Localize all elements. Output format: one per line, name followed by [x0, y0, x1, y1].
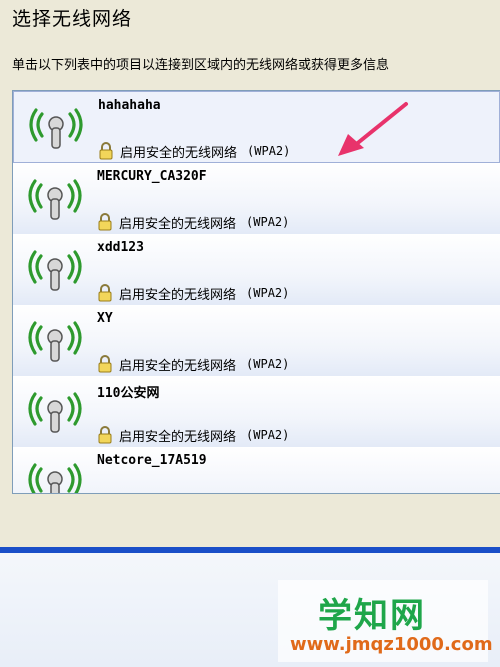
wireless-signal-icon [28, 179, 82, 220]
network-security: 启用安全的无线网络 (WPA2) [97, 426, 290, 445]
wireless-network-list[interactable]: hahahaha 启用安全的无线网络 (WPA2) MERCURY_CA320F [12, 90, 500, 494]
annotation-arrow [338, 102, 408, 156]
network-ssid: hahahaha [98, 98, 161, 113]
security-type: (WPA2) [246, 428, 290, 442]
network-security: 启用安全的无线网络 (WPA2) [98, 142, 291, 161]
lock-icon [98, 284, 112, 302]
security-label: 启用安全的无线网络 [119, 358, 237, 374]
lock-icon [98, 426, 112, 444]
wireless-signal-icon [28, 392, 82, 433]
watermark-url: www.jmqz1000.com [290, 634, 493, 655]
lock-icon [99, 142, 113, 160]
network-ssid: MERCURY_CA320F [97, 169, 207, 184]
security-type: (WPA2) [246, 357, 290, 371]
security-type: (WPA2) [246, 286, 290, 300]
network-ssid: Netcore_17A519 [97, 453, 207, 468]
network-item-xdd123[interactable]: xdd123 启用安全的无线网络 (WPA2) [13, 234, 500, 305]
security-type: (WPA2) [247, 144, 291, 158]
security-label: 启用安全的无线网络 [119, 429, 237, 445]
wireless-signal-icon [28, 321, 82, 362]
dialog-header: 选择无线网络 单击以下列表中的项目以连接到区域内的无线网络或获得更多信息 [0, 0, 500, 90]
network-item-mercury[interactable]: MERCURY_CA320F 启用安全的无线网络 (WPA2) [13, 163, 500, 234]
wireless-signal-icon [28, 463, 82, 493]
security-label: 启用安全的无线网络 [119, 287, 237, 303]
lock-icon [98, 213, 112, 231]
watermark-logo-text: 学知网 [318, 596, 426, 636]
security-type: (WPA2) [246, 215, 290, 229]
network-security: 启用安全的无线网络 (WPA2) [97, 355, 290, 374]
network-ssid: xdd123 [97, 240, 144, 255]
network-ssid: XY [97, 311, 113, 326]
network-security: 启用安全的无线网络 (WPA2) [97, 213, 290, 232]
network-ssid: 110公安网 [97, 386, 160, 401]
page-description: 单击以下列表中的项目以连接到区域内的无线网络或获得更多信息 [12, 58, 390, 73]
network-item-110[interactable]: 110公安网 启用安全的无线网络 (WPA2) [13, 376, 500, 447]
lock-icon [98, 355, 112, 373]
wireless-signal-icon [28, 250, 82, 291]
security-label: 启用安全的无线网络 [119, 216, 237, 232]
network-security: 启用安全的无线网络 (WPA2) [97, 284, 290, 303]
security-label: 启用安全的无线网络 [120, 145, 238, 161]
network-item-netcore[interactable]: Netcore_17A519 [13, 447, 500, 493]
page-title: 选择无线网络 [12, 8, 133, 30]
network-item-xy[interactable]: XY 启用安全的无线网络 (WPA2) [13, 305, 500, 376]
network-item-hahahaha[interactable]: hahahaha 启用安全的无线网络 (WPA2) [13, 91, 500, 163]
wireless-signal-icon [29, 108, 83, 149]
